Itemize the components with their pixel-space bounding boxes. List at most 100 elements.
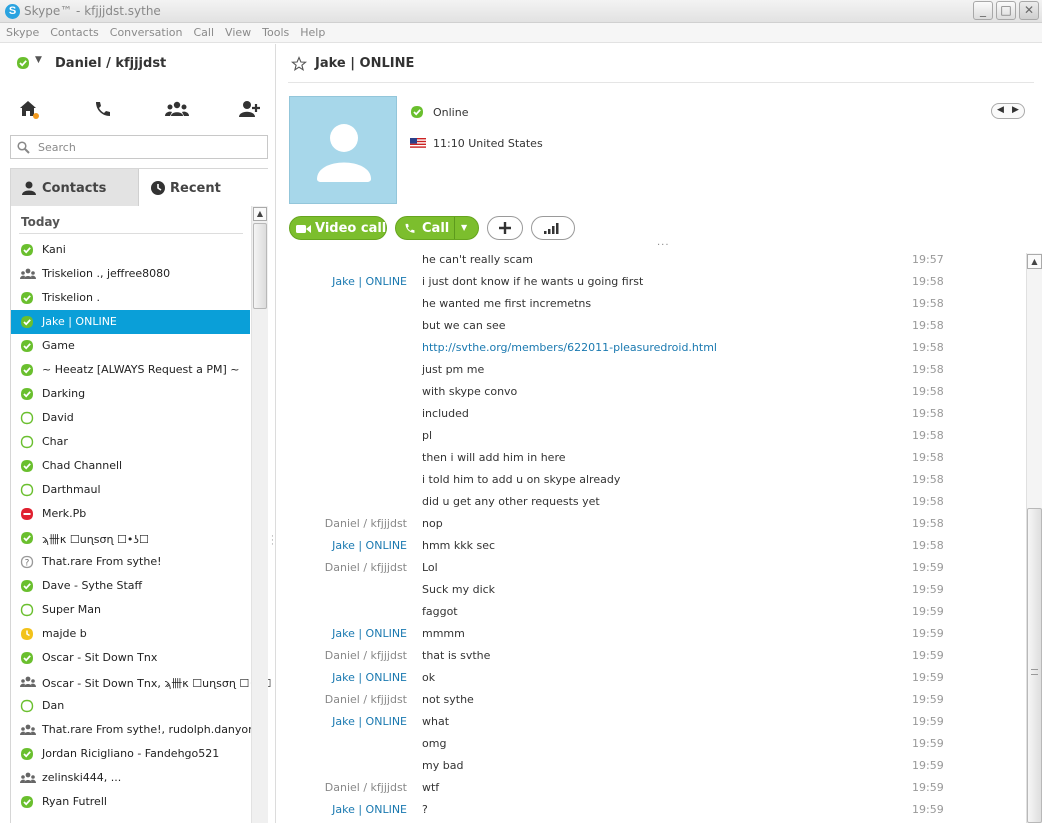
contact-list-item[interactable]: Chad Channell [11,454,250,478]
chevron-left-icon[interactable]: ◀ [997,105,1004,115]
group-icon[interactable] [165,99,191,121]
message-timestamp: 19:59 [912,759,944,772]
menu-contacts[interactable]: Contacts [44,23,104,39]
message-row[interactable]: included 19:58 [277,407,1025,429]
message-row[interactable]: then i will add him in here 19:58 [277,451,1025,473]
contact-list-item[interactable]: Jordan Ricigliano - Fandehgo521 [11,742,250,766]
resize-grip-icon[interactable]: ··· [657,241,669,251]
message-sender[interactable]: Jake | ONLINE [332,715,407,728]
message-row[interactable]: Daniel / kfjjjdst not sythe 19:59 [277,693,1025,715]
contact-list-item[interactable]: Merk.Pb [11,502,250,526]
contact-list-item[interactable]: ? That.rare From sythe! [11,550,250,574]
chevron-down-icon[interactable]: ▼ [35,55,42,65]
tab-contacts[interactable]: Contacts [11,169,139,206]
add-contact-icon[interactable] [238,99,264,121]
menu-skype[interactable]: Skype [0,23,44,39]
message-row[interactable]: Daniel / kfjjjdst wtf 19:59 [277,781,1025,803]
message-link[interactable]: http://svthe.org/members/622011-pleasure… [422,341,717,354]
contact-list-item[interactable]: zelinski444, ... [11,766,250,790]
message-row[interactable]: i told him to add u on skype already 19:5… [277,473,1025,495]
message-sender[interactable]: Daniel / kfjjjdst [325,693,407,706]
chevron-right-icon[interactable]: ▶ [1012,105,1019,115]
avatar[interactable] [289,96,397,204]
menu-view[interactable]: View [219,23,256,39]
phone-icon[interactable] [92,99,118,121]
message-row[interactable]: faggot 19:59 [277,605,1025,627]
contact-list-item[interactable]: Super Man [11,598,250,622]
message-row[interactable]: Daniel / kfjjjdst that is svthe 19:59 [277,649,1025,671]
message-row[interactable]: omg 19:59 [277,737,1025,759]
contact-list-item[interactable]: Ryan Futrell [11,790,250,814]
contact-list-item[interactable]: majde b [11,622,250,646]
contact-list-item[interactable]: Triskelion . [11,286,250,310]
message-row[interactable]: Jake | ONLINE hmm kkk sec 19:58 [277,539,1025,561]
message-row[interactable]: my bad 19:59 [277,759,1025,781]
contact-list-item[interactable]: Oscar - Sit Down Tnx [11,646,250,670]
contact-list-item[interactable]: Kani [11,238,250,262]
panel-splitter[interactable]: · · · [271,533,275,550]
menu-tools[interactable]: Tools [256,23,294,39]
maximize-button[interactable]: □ [996,1,1016,20]
message-row[interactable]: Jake | ONLINE i just dont know if he want… [277,275,1025,297]
contact-list-item[interactable]: Darking [11,382,250,406]
conversation-title: Jake | ONLINE [315,56,415,71]
contact-list-item[interactable]: ~ Heeatz [ALWAYS Request a PM] ~ [11,358,250,382]
message-sender[interactable]: Jake | ONLINE [332,539,407,552]
home-icon[interactable] [18,99,44,121]
search-input[interactable]: Search [10,135,268,159]
message-row[interactable]: Jake | ONLINE? 19:59 [277,803,1025,823]
scroll-up-arrow-icon[interactable]: ▲ [1027,254,1042,269]
message-sender[interactable]: Daniel / kfjjjdst [325,781,407,794]
message-sender[interactable]: Daniel / kfjjjdst [325,649,407,662]
contact-list-item[interactable]: Char [11,430,250,454]
minimize-button[interactable]: _ [973,1,993,20]
message-row[interactable]: Suck my dick 19:59 [277,583,1025,605]
contact-list-item[interactable]: Darthmaul [11,478,250,502]
message-sender[interactable]: Jake | ONLINE [332,671,407,684]
message-row[interactable]: he can't really scam 19:57 [277,253,1025,275]
contact-list-item[interactable]: ϡ卌κ ☐uɳsσɳ ☐•ʖ☐ [11,526,250,550]
chevron-down-icon[interactable]: ▼ [461,223,467,232]
call-button[interactable]: Call ▼ [395,216,479,240]
message-row[interactable]: Daniel / kfjjjdst Lol 19:59 [277,561,1025,583]
message-sender[interactable]: Jake | ONLINE [332,275,407,288]
profile-nav-arrows[interactable]: ◀ ▶ [991,103,1025,119]
contact-list-scrollbar[interactable]: ▲ [251,206,268,823]
call-quality-button[interactable] [531,216,575,240]
menu-conversation[interactable]: Conversation [104,23,188,39]
contact-list-item[interactable]: Game [11,334,250,358]
message-scrollbar[interactable]: ▲ [1026,253,1042,823]
message-row[interactable]: he wanted me first incremetns 19:58 [277,297,1025,319]
contact-list-item[interactable]: David [11,406,250,430]
message-row[interactable]: Jake | ONLINE ok 19:59 [277,671,1025,693]
message-sender[interactable]: Jake | ONLINE [332,803,407,816]
message-row[interactable]: http://svthe.org/members/622011-pleasure… [277,341,1025,363]
message-row[interactable]: did u get any other requests yet 19:58 [277,495,1025,517]
message-row[interactable]: just pm me 19:58 [277,363,1025,385]
close-button[interactable]: ✕ [1019,1,1039,20]
message-row[interactable]: Daniel / kfjjjdst nop 19:58 [277,517,1025,539]
menu-call[interactable]: Call [188,23,220,39]
scroll-up-arrow-icon[interactable]: ▲ [253,207,267,221]
contact-list-item[interactable]: Triskelion ., jeffree8080 [11,262,250,286]
message-sender[interactable]: Daniel / kfjjjdst [325,517,407,530]
star-icon[interactable] [291,56,307,72]
message-sender[interactable]: Daniel / kfjjjdst [325,561,407,574]
contact-list-item[interactable]: Dave - Sythe Staff [11,574,250,598]
tab-recent[interactable]: Recent [140,169,268,206]
add-to-conversation-button[interactable] [487,216,523,240]
contact-list-item[interactable]: Oscar - Sit Down Tnx, ϡ卌κ ☐uɳsσɳ ☐•ʖ☐ [11,670,271,694]
video-call-button[interactable]: Video call [289,216,387,240]
message-row[interactable]: with skype convo 19:58 [277,385,1025,407]
message-sender[interactable]: Jake | ONLINE [332,627,407,640]
message-row[interactable]: Jake | ONLINE what 19:59 [277,715,1025,737]
message-row[interactable]: Jake | ONLINE mmmm 19:59 [277,627,1025,649]
contact-list-item[interactable]: Dan [11,694,250,718]
contact-list-item[interactable]: Jake | ONLINE [11,310,250,334]
scroll-thumb[interactable] [1027,508,1042,823]
contact-list-item[interactable]: That.rare From sythe!, rudolph.danyon [11,718,255,742]
menu-help[interactable]: Help [294,23,330,39]
message-row[interactable]: pl 19:58 [277,429,1025,451]
scroll-thumb[interactable] [253,223,267,309]
message-row[interactable]: but we can see 19:58 [277,319,1025,341]
